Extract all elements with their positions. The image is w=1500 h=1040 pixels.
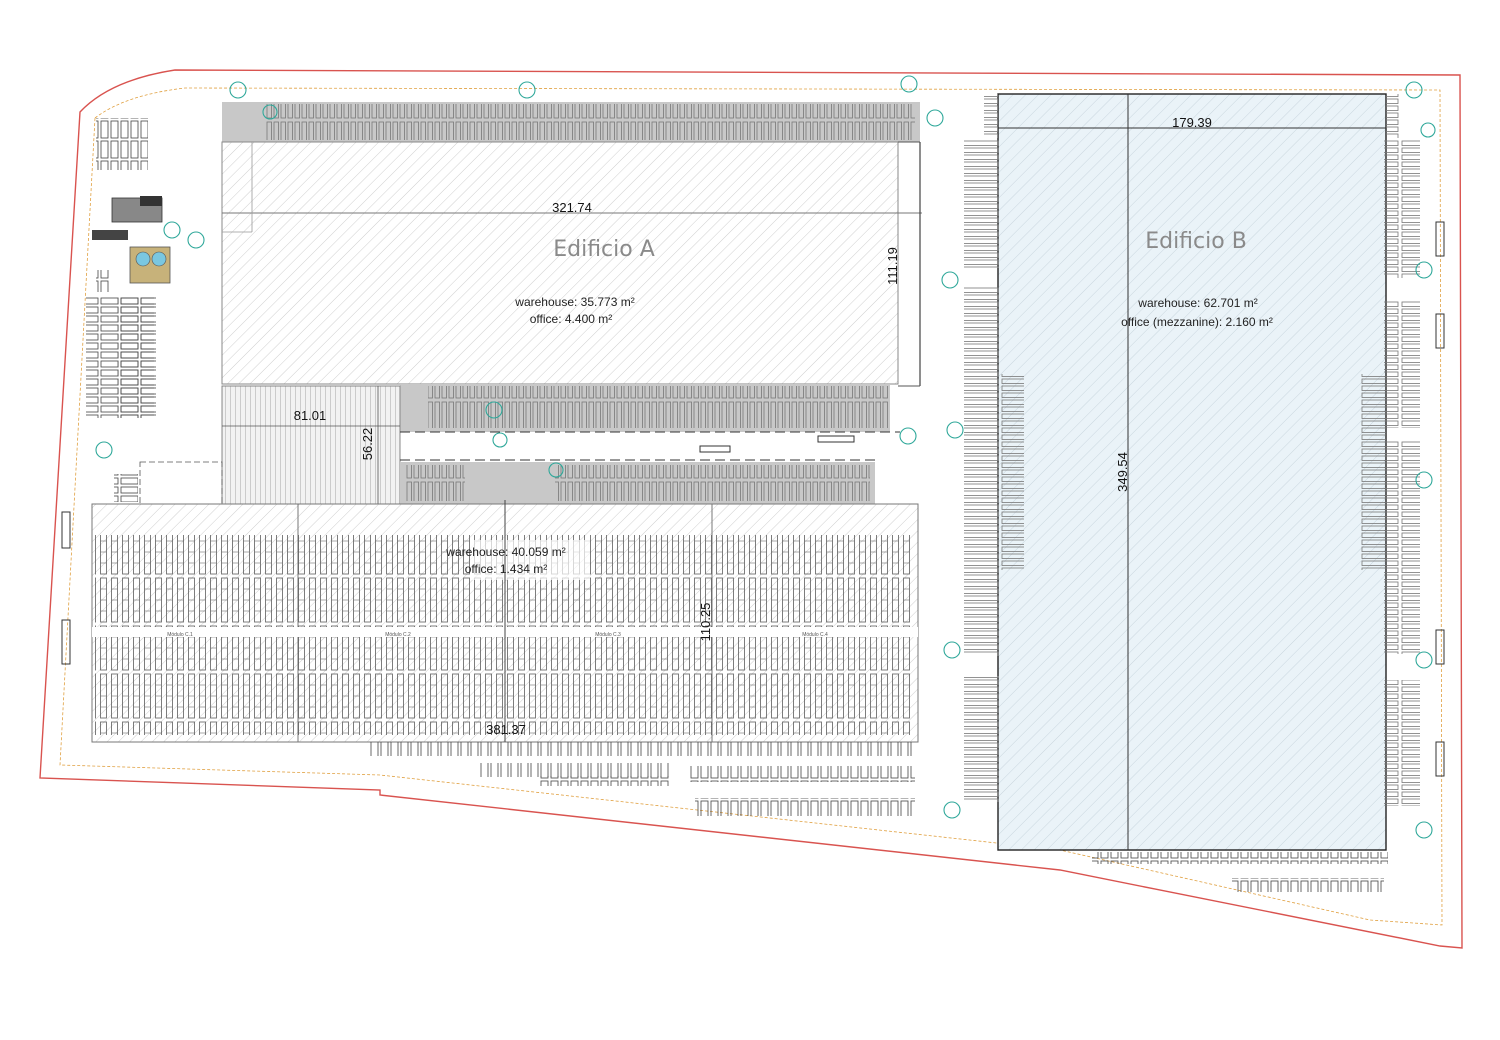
module-c4-label: Módulo C.4 bbox=[802, 632, 828, 638]
site-plan: Edificio A warehouse: 35.773 m² office: … bbox=[39, 69, 1463, 949]
building-a-name: Edificio A bbox=[553, 237, 655, 262]
parking-south bbox=[370, 742, 915, 816]
connector-building: 81.01 56.22 bbox=[221, 385, 401, 505]
connector-depth-dimension: 56.22 bbox=[360, 428, 375, 461]
building-c-length-dimension: 381.37 bbox=[486, 722, 526, 737]
building-b-warehouse-area: warehouse: 62.701 m² bbox=[1137, 296, 1257, 310]
building-c: Módulo C.1 Módulo C.2 Módulo C.3 Módulo … bbox=[91, 461, 919, 743]
building-b-office-area: office (mezzanine): 2.160 m² bbox=[1121, 315, 1273, 329]
building-b: Edificio B warehouse: 62.701 m² office (… bbox=[964, 93, 1445, 892]
module-c2-label: Módulo C.2 bbox=[385, 632, 411, 638]
building-a-footprint bbox=[221, 141, 899, 385]
building-c-depth-dimension: 110.25 bbox=[698, 603, 713, 642]
module-c1-label: Módulo C.1 bbox=[167, 632, 193, 638]
building-b-name: Edificio B bbox=[1145, 229, 1247, 254]
connector-width-dimension: 81.01 bbox=[294, 408, 327, 423]
building-c-office-area: office: 1.434 m² bbox=[465, 562, 548, 576]
building-b-footprint bbox=[997, 93, 1387, 851]
building-b-length-dimension: 349.54 bbox=[1115, 452, 1130, 492]
building-a-warehouse-area: warehouse: 35.773 m² bbox=[514, 295, 634, 309]
water-tanks bbox=[129, 246, 171, 284]
building-a-depth-dimension: 111.19 bbox=[885, 247, 900, 285]
building-a: Edificio A warehouse: 35.773 m² office: … bbox=[221, 102, 922, 432]
building-b-width-dimension: 179.39 bbox=[1172, 115, 1212, 130]
building-a-length-dimension: 321.74 bbox=[552, 200, 592, 215]
building-a-office-area: office: 4.400 m² bbox=[530, 312, 613, 326]
internal-road bbox=[400, 431, 900, 461]
module-c3-label: Módulo C.3 bbox=[595, 632, 621, 638]
